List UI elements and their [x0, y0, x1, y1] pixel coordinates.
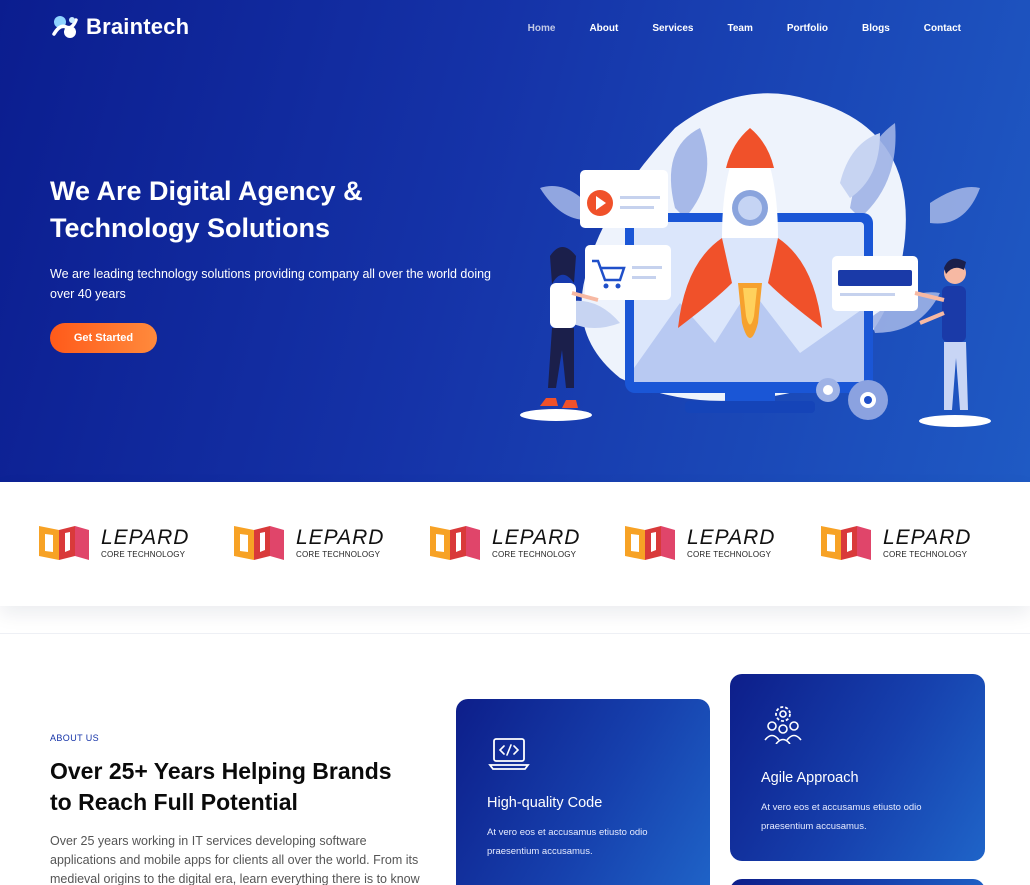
lepard-logo-icon — [430, 526, 480, 560]
about-description: Over 25 years working in IT services dev… — [50, 834, 420, 885]
nav-team[interactable]: Team — [727, 23, 752, 34]
feature-card-agile-approach[interactable]: Agile Approach At vero eos et accusamus … — [730, 674, 985, 861]
hero-subtitle: We are leading technology solutions prov… — [50, 267, 492, 301]
partner-name: LEPARD — [101, 526, 190, 549]
card-text: At vero eos et accusamus etiusto odio pr… — [761, 802, 922, 832]
partner-tagline: CORE TECHNOLOGY — [687, 550, 772, 559]
about-title-line-1: Over 25+ Years Helping Brands — [50, 758, 392, 784]
partner-name: LEPARD — [296, 526, 385, 549]
partner-tagline: CORE TECHNOLOGY — [296, 550, 381, 559]
get-started-button[interactable]: Get Started — [50, 323, 157, 353]
brand-name: Braintech — [86, 14, 190, 39]
nav-blogs[interactable]: Blogs — [862, 23, 890, 34]
lepard-logo-icon — [821, 526, 871, 560]
rocket-launch-illustration — [520, 93, 991, 427]
nav-home[interactable]: Home — [528, 23, 556, 34]
partner-tagline: CORE TECHNOLOGY — [883, 550, 968, 559]
lepard-logo-icon — [234, 526, 284, 560]
card-title: High-quality Code — [487, 795, 603, 811]
partner-logo[interactable]: LEPARD CORE TECHNOLOGY — [428, 518, 580, 568]
about-title: Over 25+ Years Helping Brands to Reach F… — [50, 756, 430, 818]
main-nav: Home About Services Team Portfolio Blogs… — [528, 23, 961, 34]
braintech-logo-icon — [52, 16, 78, 38]
code-laptop-icon — [488, 738, 530, 770]
nav-services[interactable]: Services — [652, 23, 693, 34]
card-text: At vero eos et accusamus etiusto odio pr… — [487, 827, 648, 857]
nav-about[interactable]: About — [589, 23, 618, 34]
hero-title-line-2: Technology Solutions — [50, 213, 330, 243]
lepard-logo-icon — [39, 526, 89, 560]
card-title: Agile Approach — [761, 770, 859, 786]
partner-logo[interactable]: LEPARD CORE TECHNOLOGY — [623, 518, 775, 568]
partner-logos-strip: LEPARD CORE TECHNOLOGY LEPARD CORE TECHN… — [0, 482, 1030, 606]
about-title-line-2: to Reach Full Potential — [50, 789, 298, 815]
hero-title-line-1: We Are Digital Agency & — [50, 176, 363, 206]
partner-tagline: CORE TECHNOLOGY — [101, 550, 186, 559]
nav-portfolio[interactable]: Portfolio — [787, 23, 828, 34]
brand-logo[interactable]: Braintech — [50, 12, 189, 42]
partner-name: LEPARD — [687, 526, 776, 549]
partner-name: LEPARD — [883, 526, 972, 549]
lepard-logo-icon — [625, 526, 675, 560]
partner-name: LEPARD — [492, 526, 581, 549]
hero-title: We Are Digital Agency & Technology Solut… — [50, 173, 470, 247]
partner-logo[interactable]: LEPARD CORE TECHNOLOGY — [37, 518, 189, 568]
partner-tagline: CORE TECHNOLOGY — [492, 550, 577, 559]
hero-section: Braintech Home About Services Team Portf… — [0, 0, 1030, 482]
partner-logo[interactable]: LEPARD CORE TECHNOLOGY — [232, 518, 384, 568]
nav-contact[interactable]: Contact — [924, 23, 961, 34]
feature-card-quality-code[interactable]: High-quality Code At vero eos et accusam… — [456, 699, 710, 885]
about-kicker: ABOUT US — [50, 733, 100, 743]
section-divider — [0, 633, 1030, 634]
feature-card-partial[interactable] — [730, 879, 985, 885]
team-gear-icon — [764, 706, 802, 744]
partner-logo[interactable]: LEPARD CORE TECHNOLOGY — [819, 518, 971, 568]
